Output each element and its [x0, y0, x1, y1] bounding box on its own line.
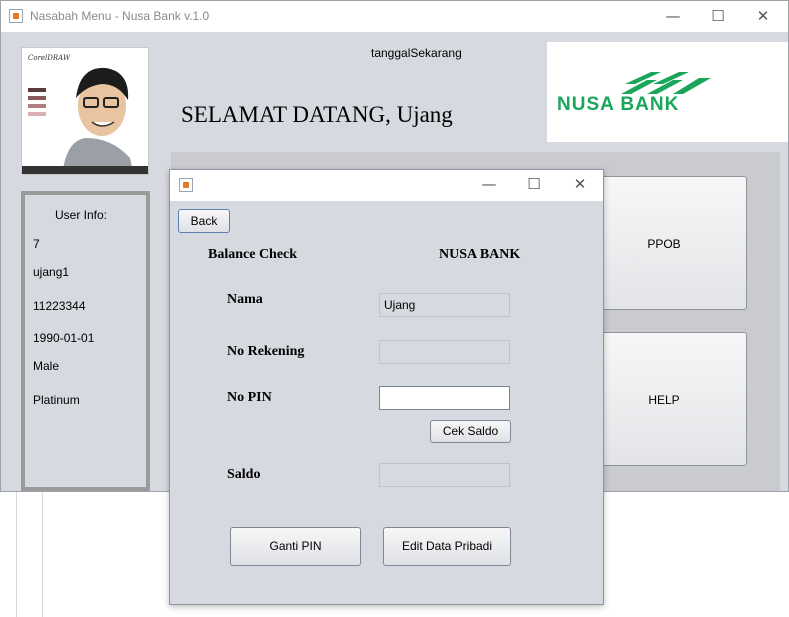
user-birthdate: 1990-01-01: [33, 331, 95, 345]
ppob-button[interactable]: PPOB: [581, 176, 747, 310]
dialog-titlebar[interactable]: — ☐ ✕: [170, 170, 603, 201]
saldo-label: Saldo: [227, 467, 261, 482]
user-info-panel: User Info: 7 ujang1 11223344 1990-01-01 …: [21, 191, 150, 491]
pin-input[interactable]: [379, 386, 510, 410]
user-tier: Platinum: [33, 393, 80, 407]
balance-check-dialog: — ☐ ✕ Back Balance Check NUSA BANK Nama …: [169, 169, 604, 605]
pin-label: No PIN: [227, 390, 272, 405]
maximize-icon[interactable]: ☐: [698, 6, 738, 26]
help-button[interactable]: HELP: [581, 332, 747, 466]
maximize-icon[interactable]: ☐: [514, 174, 554, 194]
saldo-field: [379, 463, 510, 487]
logo-text: NUSA BANK: [557, 94, 680, 115]
close-icon[interactable]: ✕: [743, 6, 783, 26]
edit-data-button[interactable]: Edit Data Pribadi: [383, 527, 511, 566]
logo-stripes-icon: [621, 72, 711, 94]
photo-footer-bar: [22, 166, 148, 174]
user-avatar: CorelDRAW: [21, 47, 149, 175]
user-info-title: User Info:: [55, 208, 108, 222]
window-title: Nasabah Menu - Nusa Bank v.1.0: [30, 9, 210, 23]
bank-logo: NUSA BANK: [547, 42, 788, 142]
minimize-icon[interactable]: —: [653, 6, 693, 26]
welcome-heading: SELAMAT DATANG, Ujang: [181, 102, 453, 127]
user-account: 11223344: [33, 299, 86, 313]
editor-gutter-line: [16, 490, 17, 617]
java-app-icon: [9, 9, 23, 23]
user-username: ujang1: [33, 265, 70, 279]
cek-saldo-button[interactable]: Cek Saldo: [430, 420, 511, 443]
date-label: tanggalSekarang: [371, 46, 462, 60]
user-id: 7: [33, 237, 40, 251]
close-icon[interactable]: ✕: [560, 174, 600, 194]
back-button[interactable]: Back: [178, 209, 230, 233]
minimize-icon[interactable]: —: [469, 174, 509, 194]
java-app-icon: [179, 178, 193, 192]
avatar-illustration: [28, 67, 134, 174]
user-gender: Male: [33, 359, 60, 373]
main-titlebar[interactable]: Nasabah Menu - Nusa Bank v.1.0 — ☐ ✕: [1, 1, 788, 32]
dialog-heading: Balance Check: [208, 247, 298, 262]
ganti-pin-button[interactable]: Ganti PIN: [230, 527, 361, 566]
nama-label: Nama: [227, 292, 263, 307]
nama-field: Ujang: [379, 293, 510, 317]
rekening-label: No Rekening: [227, 344, 305, 359]
editor-gutter: [0, 490, 43, 617]
rekening-field: [379, 340, 510, 364]
dialog-bank-name: NUSA BANK: [439, 247, 521, 262]
